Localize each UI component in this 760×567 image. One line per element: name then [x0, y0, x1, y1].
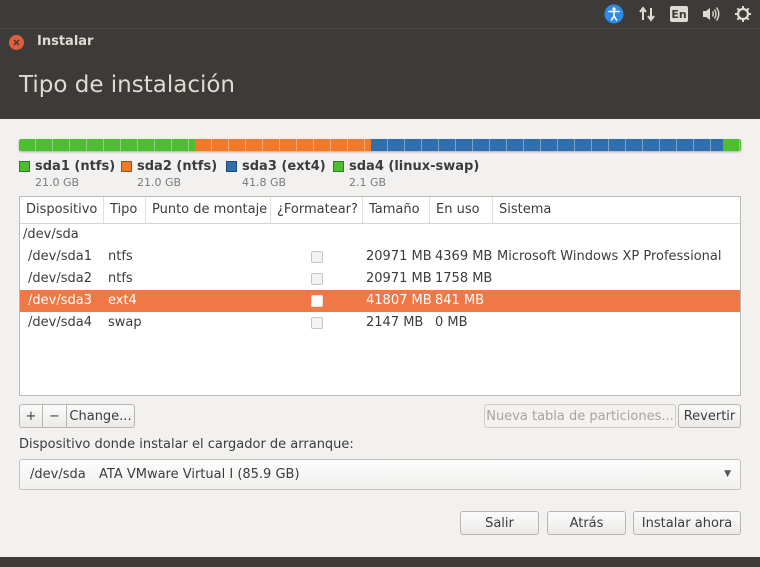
accessibility-icon[interactable]	[603, 3, 625, 25]
table-row[interactable]: /dev/sda1 ntfs 20971 MB 4369 MB Microsoft Wi…	[20, 246, 740, 268]
legend-swatch	[121, 161, 132, 172]
content-area: sda1 (ntfs) 21.0 GB sda2 (ntfs) 21.0 GB sda3…	[0, 119, 760, 557]
legend-swatch	[226, 161, 237, 172]
top-panel: En	[0, 0, 760, 28]
bootloader-device-select[interactable]: /dev/sda ATA VMware Virtual I (85.9 GB) …	[19, 459, 741, 490]
bootloader-label: Dispositivo donde instalar el cargador d…	[19, 437, 354, 452]
remove-partition-button[interactable]: −	[42, 404, 67, 428]
table-row[interactable]: /dev/sda4 swap 2147 MB 0 MB	[20, 312, 740, 334]
cell-type: ext4	[108, 293, 137, 308]
network-updown-icon[interactable]	[636, 3, 658, 25]
disk-device: /dev/sda	[23, 227, 79, 242]
bootloader-device-description: ATA VMware Virtual I (85.9 GB)	[99, 467, 300, 482]
column-header-used[interactable]: En uso	[430, 197, 493, 223]
partition-bar-segment	[722, 139, 741, 151]
legend-label: sda2 (ntfs)	[137, 159, 218, 174]
format-checkbox[interactable]	[311, 317, 323, 329]
table-header: Dispositivo Tipo Punto de montaje ¿Forma…	[20, 197, 740, 224]
window-bottom-edge	[0, 557, 760, 567]
cell-used: 1758 MB	[435, 271, 493, 286]
cell-size: 20971 MB	[366, 249, 432, 264]
legend-swatch	[19, 161, 30, 172]
column-header-system[interactable]: Sistema	[493, 197, 740, 223]
legend-label: sda3 (ext4)	[242, 159, 326, 174]
column-header-device[interactable]: Dispositivo	[20, 197, 104, 223]
revert-button[interactable]: Revertir	[678, 404, 741, 428]
change-partition-button[interactable]: Change...	[66, 404, 135, 428]
cell-type: ntfs	[108, 249, 133, 264]
window-title: Instalar	[37, 34, 94, 49]
cell-device: /dev/sda4	[28, 315, 92, 330]
power-gear-icon[interactable]	[732, 3, 754, 25]
partition-bar-segment	[371, 139, 723, 151]
partition-bar-segment	[19, 139, 196, 151]
language-badge: En	[670, 6, 688, 22]
close-icon	[13, 39, 20, 46]
legend-size: 21.0 GB	[35, 176, 80, 189]
volume-icon[interactable]	[700, 3, 722, 25]
partition-bar	[19, 139, 741, 151]
add-partition-button[interactable]: +	[19, 404, 43, 428]
table-row[interactable]: /dev/sda2 ntfs 20971 MB 1758 MB	[20, 268, 740, 290]
quit-button[interactable]: Salir	[460, 511, 539, 535]
cell-used: 4369 MB	[435, 249, 493, 264]
cell-used: 0 MB	[435, 315, 468, 330]
cell-size: 41807 MB	[366, 293, 432, 308]
table-row[interactable]: /dev/sda3 ext4 41807 MB 841 MB	[20, 290, 740, 312]
cell-size: 2147 MB	[366, 315, 424, 330]
close-button[interactable]	[9, 35, 24, 50]
legend-size: 2.1 GB	[349, 176, 387, 189]
cell-device: /dev/sda3	[28, 293, 92, 308]
back-button[interactable]: Atrás	[547, 511, 626, 535]
cell-type: swap	[108, 315, 142, 330]
install-now-button[interactable]: Instalar ahora	[633, 511, 741, 535]
new-partition-table-button[interactable]: Nueva tabla de particiones...	[484, 404, 676, 428]
language-indicator[interactable]: En	[668, 3, 690, 25]
column-header-size[interactable]: Tamaño	[363, 197, 430, 223]
legend-size: 21.0 GB	[137, 176, 182, 189]
cell-system: Microsoft Windows XP Professional	[497, 249, 722, 264]
format-checkbox[interactable]	[311, 251, 323, 263]
format-checkbox[interactable]	[311, 295, 323, 307]
table-row-disk[interactable]: /dev/sda	[20, 224, 740, 246]
partition-table[interactable]: Dispositivo Tipo Punto de montaje ¿Forma…	[19, 196, 741, 396]
cell-used: 841 MB	[435, 293, 485, 308]
partition-legend: sda1 (ntfs) 21.0 GB sda2 (ntfs) 21.0 GB sda3…	[19, 159, 741, 191]
dropdown-arrow-icon: ▼	[724, 469, 731, 479]
cell-device: /dev/sda2	[28, 271, 92, 286]
legend-label: sda1 (ntfs)	[35, 159, 116, 174]
column-header-format[interactable]: ¿Formatear?	[271, 197, 363, 223]
page-title: Tipo de instalación	[19, 72, 236, 98]
bootloader-device-value: /dev/sda	[30, 467, 86, 482]
cell-type: ntfs	[108, 271, 133, 286]
cell-size: 20971 MB	[366, 271, 432, 286]
column-header-type[interactable]: Tipo	[104, 197, 146, 223]
partition-bar-segment	[195, 139, 372, 151]
page-header: Tipo de instalación	[0, 55, 760, 119]
format-checkbox[interactable]	[311, 273, 323, 285]
cell-device: /dev/sda1	[28, 249, 92, 264]
legend-size: 41.8 GB	[242, 176, 287, 189]
window-titlebar: Instalar	[0, 28, 760, 55]
legend-label: sda4 (linux-swap)	[349, 159, 480, 174]
legend-swatch	[333, 161, 344, 172]
column-header-mount[interactable]: Punto de montaje	[146, 197, 271, 223]
